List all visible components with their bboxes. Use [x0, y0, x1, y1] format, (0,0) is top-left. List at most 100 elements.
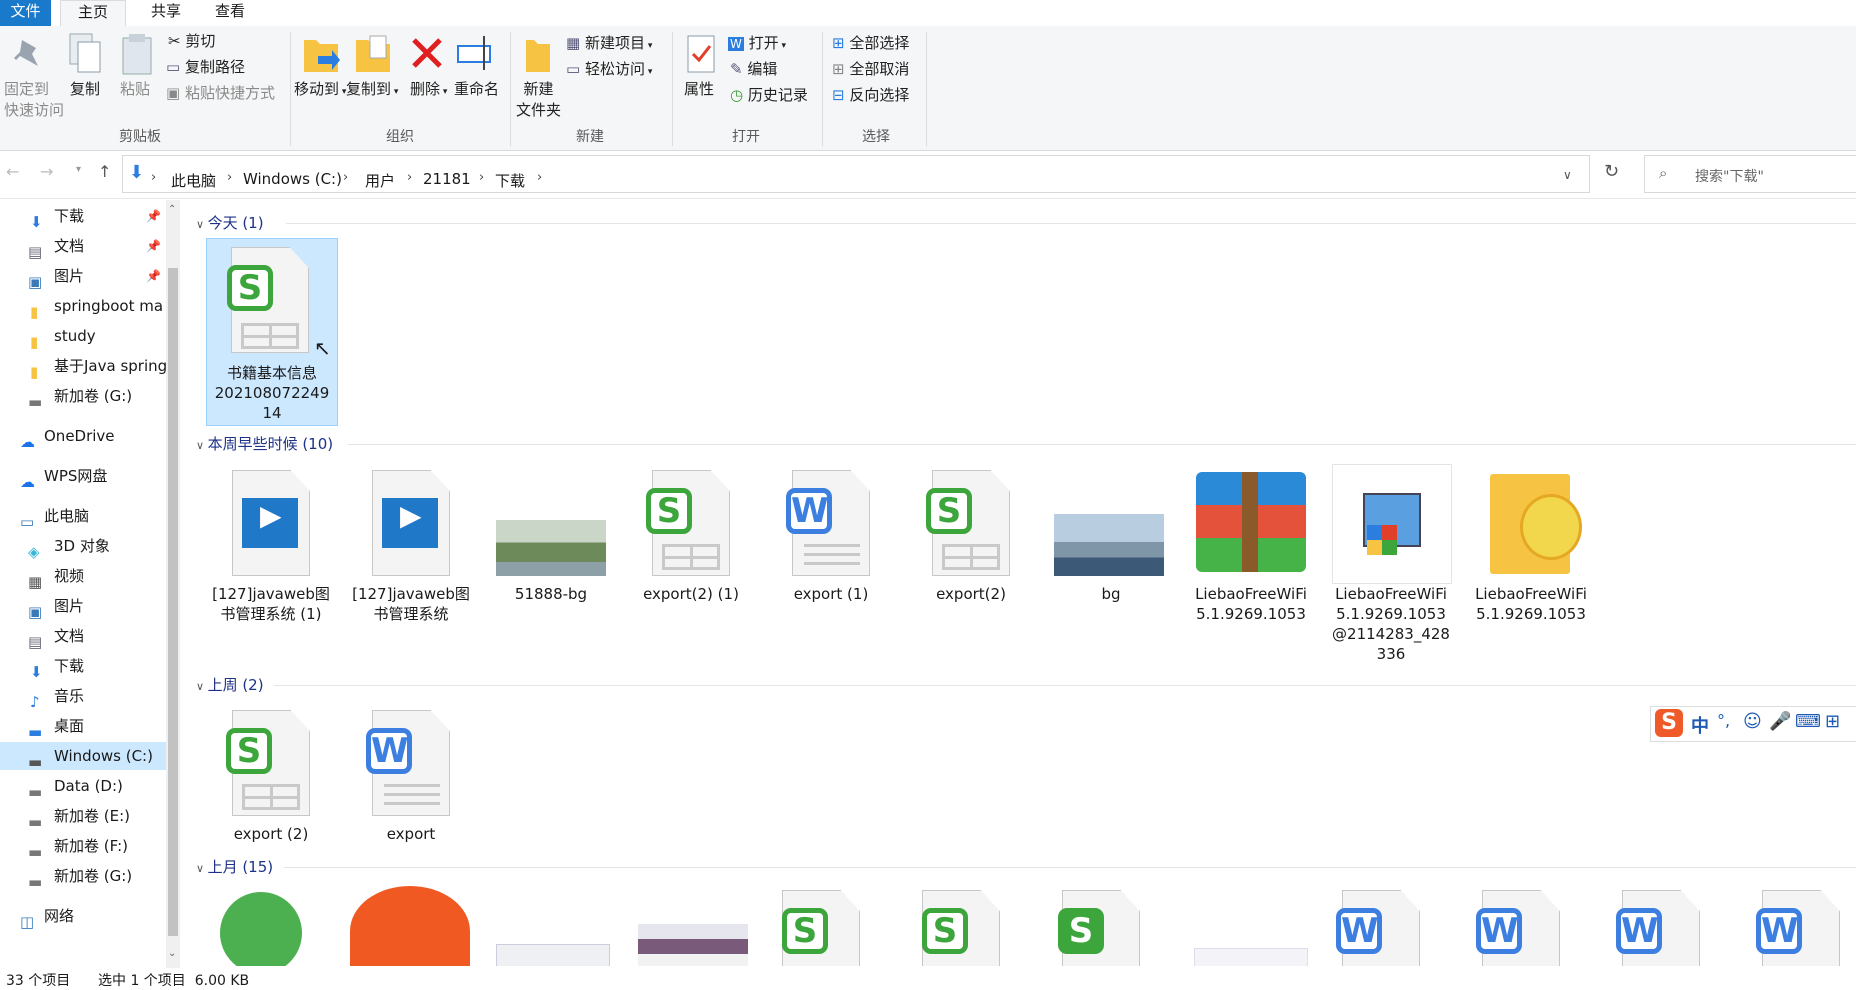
copy-to-button[interactable]: 复制到 ▾ — [346, 78, 398, 99]
nav-item-drive-f[interactable]: ▬ 新加卷 (F:) — [0, 832, 166, 860]
emoji-icon[interactable]: ☺ — [1743, 711, 1762, 732]
recent-chevron-icon[interactable]: ▾ — [76, 164, 81, 175]
nav-scroll-thumb[interactable] — [168, 268, 178, 936]
sogou-ime-icon[interactable]: S — [1655, 709, 1683, 737]
group-header-today[interactable]: ∨ 今天 (1) — [196, 212, 264, 233]
nav-item-onedrive[interactable]: ☁ OneDrive — [0, 422, 166, 450]
nav-item-data-d[interactable]: ▬ Data (D:) — [0, 772, 166, 800]
file-item[interactable]: W export (1) — [766, 466, 896, 646]
group-header-last-week[interactable]: ∨ 上周 (2) — [196, 674, 264, 695]
nav-item-downloads-pc[interactable]: ⬇ 下载 — [0, 652, 166, 680]
breadcrumb-chevron-icon[interactable]: › — [227, 170, 232, 185]
file-item[interactable]: S export(2) — [906, 466, 1036, 646]
select-all-button[interactable]: ⊞ 全部选择 — [832, 32, 909, 53]
new-folder-button[interactable]: 新建 文件夹 — [516, 78, 561, 120]
open-button[interactable]: W 打开 ▾ — [728, 32, 786, 53]
breadcrumb-user-folder[interactable]: 21181 — [423, 170, 471, 188]
invert-selection-button[interactable]: ⊟ 反向选择 — [832, 84, 909, 105]
edit-button[interactable]: ✎ 编辑 — [730, 58, 777, 79]
pin-quick-access-button[interactable]: 固定到 快速访问 — [4, 78, 64, 120]
keyboard-icon[interactable]: ⌨ — [1795, 711, 1821, 732]
tab-share[interactable]: 共享 — [138, 0, 194, 26]
search-input[interactable]: ⌕ 搜索"下载" — [1644, 155, 1856, 193]
rename-button[interactable]: 重命名 — [454, 78, 499, 99]
scroll-up-icon[interactable]: ⌃ — [168, 204, 176, 215]
file-item[interactable]: ▶ [127]javaweb图 书管理系统 (1) — [206, 466, 336, 646]
file-item[interactable]: LiebaoFreeWiFi 5.1.9269.1053 — [1186, 466, 1316, 646]
nav-item-pictures-pc[interactable]: ▣ 图片 — [0, 592, 166, 620]
breadcrumb-windows-c[interactable]: Windows (C:) — [243, 170, 342, 188]
nav-item-java-spring[interactable]: ▮ 基于Java spring — [0, 352, 166, 380]
cut-button[interactable]: ✂ 剪切 — [168, 30, 215, 51]
breadcrumb-chevron-icon[interactable]: › — [407, 170, 412, 185]
delete-button[interactable]: 删除 ▾ — [410, 78, 447, 99]
app-file-icon[interactable] — [350, 886, 470, 966]
select-none-button[interactable]: ⊞ 全部取消 — [832, 58, 909, 79]
image-thumbnail[interactable] — [1194, 948, 1308, 966]
refresh-icon[interactable]: ↻ — [1604, 161, 1619, 182]
file-item-selected[interactable]: S 书籍基本信息 202108072249 14 — [206, 238, 338, 426]
tab-file[interactable]: 文件 — [0, 0, 51, 26]
pin-label-1: 固定到 — [4, 80, 50, 98]
nav-item-drive-g[interactable]: ▬ 新加卷 (G:) — [0, 862, 166, 890]
history-button[interactable]: ◷ 历史记录 — [730, 84, 808, 105]
scroll-down-icon[interactable]: ⌄ — [168, 948, 176, 959]
app-file-icon[interactable] — [220, 892, 302, 966]
nav-item-this-pc[interactable]: ▭ 此电脑 — [0, 502, 166, 530]
nav-item-study[interactable]: ▮ study — [0, 322, 166, 350]
nav-item-springboot[interactable]: ▮ springboot ma — [0, 292, 166, 320]
new-item-button[interactable]: ▦ 新建项目 ▾ — [566, 32, 652, 53]
nav-item-pictures[interactable]: ▣ 图片 📌 — [0, 262, 166, 290]
ime-toolbar[interactable]: S 中 °, ☺ 🎤 ⌨ ⊞ — [1650, 706, 1856, 742]
back-arrow-icon[interactable]: ← — [6, 162, 19, 181]
breadcrumb-chevron-icon[interactable]: › — [343, 170, 348, 185]
file-item[interactable]: W export — [346, 706, 476, 846]
copy-button[interactable]: 复制 — [70, 78, 100, 99]
nav-item-documents[interactable]: ▤ 文档 📌 — [0, 232, 166, 260]
breadcrumb-chevron-icon[interactable]: › — [151, 170, 156, 185]
ime-mode[interactable]: 中 — [1691, 712, 1709, 738]
breadcrumb-chevron-icon[interactable]: › — [479, 170, 484, 185]
image-thumbnail[interactable] — [638, 924, 748, 966]
image-thumbnail[interactable] — [496, 944, 610, 966]
tab-home[interactable]: 主页 — [60, 0, 126, 27]
copy-path-button[interactable]: ▭ 复制路径 — [166, 56, 245, 77]
file-item[interactable]: bg — [1046, 466, 1176, 646]
file-item[interactable]: LiebaoFreeWiFi 5.1.9269.1053 — [1466, 466, 1596, 646]
forward-arrow-icon[interactable]: → — [40, 162, 53, 181]
easy-access-button[interactable]: ▭ 轻松访问 ▾ — [566, 58, 652, 79]
nav-item-desktop[interactable]: ▬ 桌面 — [0, 712, 166, 740]
properties-button[interactable]: 属性 — [684, 78, 714, 99]
file-item[interactable]: 51888-bg — [486, 466, 616, 646]
breadcrumb-chevron-icon[interactable]: › — [537, 170, 542, 185]
file-item[interactable]: ▶ [127]javaweb图 书管理系统 — [346, 466, 476, 646]
microphone-icon[interactable]: 🎤 — [1769, 711, 1791, 732]
address-bar[interactable]: ⬇ › 此电脑 › Windows (C:) › 用户 › 21181 › 下载… — [122, 155, 1590, 193]
paste-button[interactable]: 粘贴 — [120, 78, 150, 99]
breadcrumb-downloads[interactable]: 下载 — [495, 170, 525, 191]
file-item[interactable]: LiebaoFreeWiFi 5.1.9269.1053 @2114283_428 3… — [1326, 464, 1456, 666]
nav-item-music[interactable]: ♪ 音乐 — [0, 682, 166, 710]
tab-view[interactable]: 查看 — [202, 0, 258, 26]
nav-item-3d-objects[interactable]: ◈ 3D 对象 — [0, 532, 166, 560]
grid-menu-icon[interactable]: ⊞ — [1825, 711, 1840, 732]
nav-item-wps-drive[interactable]: ☁ WPS网盘 — [0, 462, 166, 490]
punctuation-icon[interactable]: °, — [1717, 711, 1730, 730]
paste-shortcut-button[interactable]: ▣ 粘贴快捷方式 — [166, 82, 275, 103]
move-to-button[interactable]: 移动到 ▾ — [294, 78, 346, 99]
group-header-last-month[interactable]: ∨ 上月 (15) — [196, 856, 273, 877]
up-arrow-icon[interactable]: ↑ — [98, 162, 111, 181]
nav-item-windows-c[interactable]: ▬ Windows (C:) — [0, 742, 166, 770]
nav-item-drive-g-quick[interactable]: ▬ 新加卷 (G:) — [0, 382, 166, 410]
breadcrumb-this-pc[interactable]: 此电脑 — [171, 170, 216, 191]
file-item[interactable]: S export (2) — [206, 706, 336, 846]
nav-item-downloads[interactable]: ⬇ 下载 📌 — [0, 202, 166, 230]
nav-item-network[interactable]: ◫ 网络 — [0, 902, 166, 930]
nav-item-drive-e[interactable]: ▬ 新加卷 (E:) — [0, 802, 166, 830]
address-dropdown-icon[interactable]: ∨ — [1563, 168, 1572, 182]
nav-item-documents-pc[interactable]: ▤ 文档 — [0, 622, 166, 650]
group-header-this-week[interactable]: ∨ 本周早些时候 (10) — [196, 433, 333, 454]
breadcrumb-users[interactable]: 用户 — [365, 170, 395, 191]
nav-item-videos[interactable]: ▦ 视频 — [0, 562, 166, 590]
file-item[interactable]: S export(2) (1) — [626, 466, 756, 646]
